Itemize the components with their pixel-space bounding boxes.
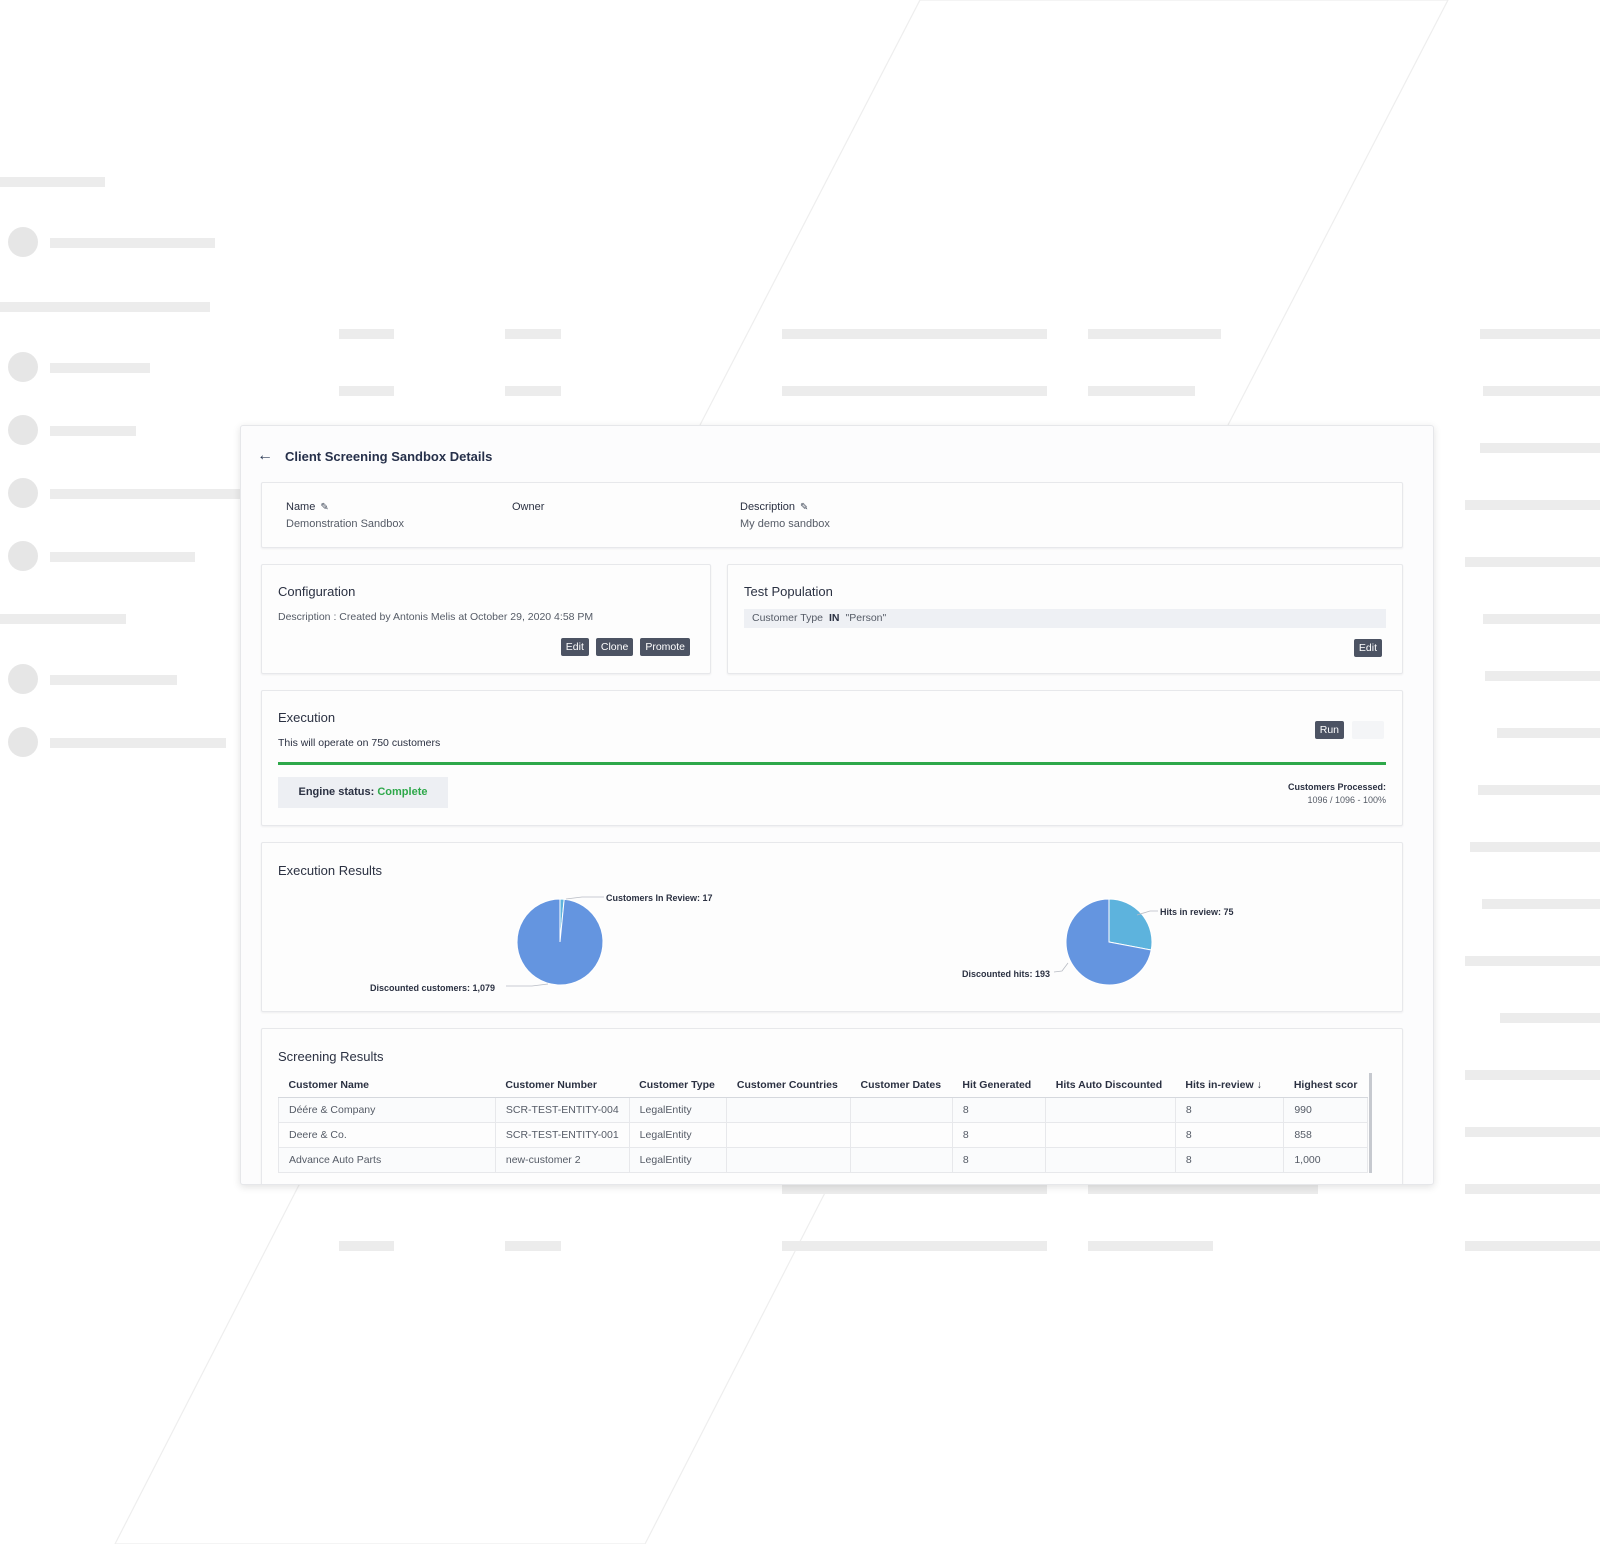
table-cell: 8: [952, 1122, 1047, 1148]
population-value: "Person": [845, 612, 887, 624]
back-arrow-icon[interactable]: ←: [257, 448, 273, 464]
table-scrollbar[interactable]: [1369, 1073, 1372, 1173]
edit-population-button[interactable]: Edit: [1353, 639, 1382, 657]
discounted-hits-label: Discounted hits: 193: [962, 969, 1051, 979]
pie-label-leader-line: [1053, 962, 1069, 973]
edit-configuration-button[interactable]: Edit: [560, 638, 589, 656]
table-row[interactable]: Déére & Company SCR-TEST-ENTITY-004 Lega…: [278, 1097, 1368, 1123]
execution-panel: Execution This will operate on 750 custo…: [261, 690, 1403, 826]
hits-in-review-label: Hits in review: 75: [1160, 907, 1234, 917]
discounted-customers-label: Discounted customers: 1,079: [370, 983, 496, 993]
description-value: My demo sandbox: [740, 518, 830, 530]
table-row[interactable]: Deere & Co. SCR-TEST-ENTITY-001 LegalEnt…: [278, 1122, 1368, 1148]
clone-button[interactable]: Clone: [595, 638, 634, 656]
customers-processed: Customers Processed: 1096 / 1096 - 100%: [1288, 782, 1386, 805]
table-cell: Deere & Co.: [278, 1122, 496, 1148]
table-cell: Déére & Company: [278, 1097, 496, 1123]
table-cell: 858: [1283, 1122, 1368, 1148]
customers-processed-label: Customers Processed:: [1287, 782, 1386, 792]
arrow-down-icon[interactable]: ↓: [1257, 1079, 1262, 1091]
name-value: Demonstration Sandbox: [286, 518, 405, 530]
table-cell: [850, 1097, 953, 1123]
table-cell: [1045, 1097, 1176, 1123]
page-header: ← Client Screening Sandbox Details: [257, 448, 492, 464]
execution-title: Execution: [278, 710, 336, 725]
execution-progress-fill: [278, 762, 1386, 765]
screening-results-title: Screening Results: [278, 1049, 384, 1064]
table-cell: SCR-TEST-ENTITY-001: [495, 1122, 630, 1148]
table-cell: new-customer 2: [495, 1147, 630, 1173]
run-button[interactable]: Run: [1314, 721, 1344, 739]
pie-label-leader-line: [506, 983, 549, 987]
screening-results-table: Customer Name Customer Number Customer T…: [278, 1073, 1368, 1173]
column-header[interactable]: Customer Countries: [726, 1073, 851, 1098]
column-header-text: Hits in-review: [1185, 1079, 1254, 1091]
table-cell: 8: [952, 1097, 1047, 1123]
table-cell: [1045, 1122, 1176, 1148]
table-cell: [726, 1097, 852, 1123]
table-cell: 8: [1175, 1097, 1285, 1123]
customers-in-review-label: Customers In Review: 17: [606, 893, 713, 903]
column-header[interactable]: Customer Name: [278, 1073, 496, 1098]
table-cell: 8: [1175, 1122, 1285, 1148]
configuration-title: Configuration: [278, 584, 356, 599]
edit-description-pencil-icon[interactable]: ✎: [800, 502, 808, 513]
execution-subtitle: This will operate on 750 customers: [278, 737, 441, 749]
column-header[interactable]: Hit Generated: [952, 1073, 1046, 1098]
info-panel: Name ✎ Demonstration Sandbox Owner Descri…: [261, 482, 1403, 548]
screening-results-panel: Screening Results Customer Name Customer…: [261, 1028, 1403, 1184]
description-label: Description ✎: [740, 501, 830, 513]
column-header[interactable]: Highest scor: [1283, 1073, 1368, 1098]
column-header[interactable]: Customer Dates: [850, 1073, 953, 1098]
table-cell: [726, 1122, 852, 1148]
disabled-action-button: [1352, 721, 1384, 739]
column-header[interactable]: Customer Type: [629, 1073, 727, 1098]
pie-label-leader-line: [565, 896, 604, 900]
engine-status-value: Complete: [377, 786, 428, 798]
column-header[interactable]: Hits in-review ↓: [1175, 1073, 1284, 1098]
table-row[interactable]: Advance Auto Parts new-customer 2 LegalE…: [278, 1147, 1368, 1173]
population-operator: IN: [829, 612, 840, 624]
engine-status-box: Engine status: Complete: [278, 777, 448, 808]
column-header[interactable]: Hits Auto Discounted: [1045, 1073, 1176, 1098]
table-cell: SCR-TEST-ENTITY-004: [495, 1097, 630, 1123]
table-cell: 1,000: [1283, 1147, 1368, 1173]
promote-button[interactable]: Promote: [640, 638, 690, 656]
sandbox-details-card: ← Client Screening Sandbox Details Name ✎…: [240, 425, 1434, 1185]
table-cell: LegalEntity: [629, 1147, 728, 1173]
column-header[interactable]: Customer Number: [495, 1073, 630, 1098]
execution-results-panel: Execution Results Customers In Review: 1…: [261, 842, 1403, 1012]
table-cell: LegalEntity: [629, 1122, 728, 1148]
table-cell: LegalEntity: [629, 1097, 728, 1123]
screening-results-table-wrap: Customer Name Customer Number Customer T…: [278, 1073, 1368, 1173]
test-population-panel: Test Population Customer Type IN "Person" …: [727, 564, 1403, 674]
table-cell: 990: [1283, 1097, 1368, 1123]
table-cell: [850, 1122, 953, 1148]
population-field: Customer Type: [752, 612, 824, 624]
page-title: Client Screening Sandbox Details: [285, 448, 493, 464]
execution-progress-bar: [278, 762, 1386, 765]
pie-slice-discounted-customers[interactable]: [516, 898, 604, 986]
test-population-title: Test Population: [744, 584, 833, 599]
table-cell: 8: [1175, 1147, 1285, 1173]
table-cell: [1045, 1147, 1176, 1173]
table-header-row: Customer Name Customer Number Customer T…: [278, 1073, 1368, 1098]
description-label-text: Description: [740, 501, 796, 513]
population-filter[interactable]: Customer Type IN "Person": [744, 609, 1386, 628]
configuration-description: Description : Created by Antonis Melis a…: [278, 611, 594, 623]
table-cell: [850, 1147, 953, 1173]
name-label-text: Name: [286, 501, 316, 513]
table-cell: [726, 1147, 852, 1173]
owner-label: Owner: [512, 501, 545, 513]
table-cell: Advance Auto Parts: [278, 1147, 496, 1173]
customers-processed-value: 1096 / 1096 - 100%: [1307, 795, 1386, 805]
name-label: Name ✎: [286, 501, 404, 513]
configuration-panel: Configuration Description : Created by A…: [261, 564, 711, 674]
engine-status-label: Engine status:: [298, 786, 375, 798]
edit-name-pencil-icon[interactable]: ✎: [320, 502, 328, 513]
pie-slice-hits-in-review[interactable]: [1108, 898, 1153, 951]
table-cell: 8: [952, 1147, 1047, 1173]
